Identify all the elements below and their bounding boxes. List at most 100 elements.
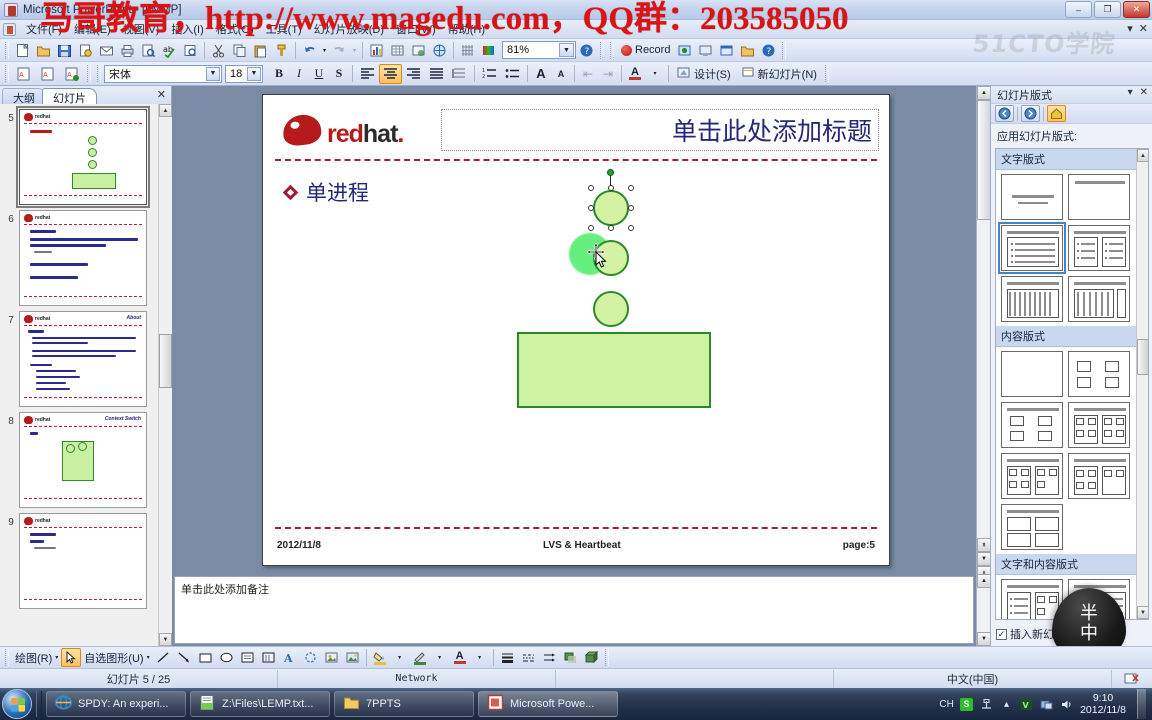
network-icon[interactable]: [980, 698, 993, 711]
handle-nw[interactable]: [588, 185, 594, 191]
status-spellcheck-icon[interactable]: [1112, 670, 1152, 688]
menu-view[interactable]: 视图(V): [117, 19, 166, 39]
underline-button[interactable]: U: [309, 64, 329, 84]
toolbar-grip[interactable]: [600, 41, 604, 59]
save-icon[interactable]: [54, 40, 75, 60]
slide-canvas[interactable]: redhat. 单击此处添加标题 单进程 2012/11/8 LVS & Hea…: [262, 94, 890, 566]
3d-style-icon[interactable]: [581, 648, 602, 667]
font-size-combobox[interactable]: 18 ▼: [225, 64, 263, 83]
slide-scroll-down-icon[interactable]: ▼: [977, 552, 991, 566]
menu-help[interactable]: 帮助(H): [442, 19, 491, 39]
insert-picture-icon[interactable]: [342, 648, 363, 667]
menu-format[interactable]: 格式(O): [210, 19, 260, 39]
insert-chart-icon[interactable]: [366, 40, 387, 60]
toolbar-grip[interactable]: [604, 649, 609, 666]
tab-outline[interactable]: 大纲: [2, 88, 46, 105]
ime-indicator[interactable]: CH: [939, 698, 953, 711]
scrollbar-thumb[interactable]: [159, 334, 172, 388]
paste-icon[interactable]: [250, 40, 271, 60]
task-pane-menu-icon[interactable]: ▾: [1128, 87, 1133, 98]
bulleted-list-button[interactable]: [501, 64, 524, 84]
text-box-icon[interactable]: [237, 648, 258, 667]
record-help-icon[interactable]: ?: [758, 40, 779, 60]
layout-title-only[interactable]: [1068, 174, 1130, 220]
gallery-scrollbar-thumb[interactable]: [1137, 339, 1148, 375]
italic-button[interactable]: I: [289, 64, 309, 84]
list-item[interactable]: 6 redhat: [0, 205, 172, 306]
slide-scrollbar-thumb[interactable]: [977, 100, 991, 220]
line-color-dropdown-icon[interactable]: ▾: [430, 648, 450, 667]
home-icon[interactable]: [1047, 105, 1066, 122]
new-slide-button[interactable]: 新幻灯片(N): [736, 64, 822, 84]
insert-clip-art-icon[interactable]: [321, 648, 342, 667]
line-icon[interactable]: [153, 648, 174, 667]
menu-tools[interactable]: 工具(T): [260, 19, 308, 39]
menu-insert[interactable]: 插入(I): [165, 19, 209, 39]
research-icon[interactable]: [180, 40, 201, 60]
shadow-style-icon[interactable]: [560, 648, 581, 667]
layout-title-slide[interactable]: [1001, 174, 1063, 220]
rectangle-shape[interactable]: [517, 332, 711, 408]
layout-title-and-text[interactable]: [998, 222, 1066, 274]
design-button[interactable]: 设计(S): [672, 64, 736, 84]
expand-all-icon[interactable]: [429, 40, 450, 60]
menu-edit[interactable]: 编辑(E): [68, 19, 117, 39]
share-icon[interactable]: [1040, 698, 1053, 711]
font-color-dropdown-icon[interactable]: ▾: [645, 64, 665, 84]
slide-editor[interactable]: redhat. 单击此处添加标题 单进程 2012/11/8 LVS & Hea…: [172, 86, 991, 580]
cut-icon[interactable]: [208, 40, 229, 60]
record-button[interactable]: Record: [617, 43, 674, 57]
undo-dropdown-icon[interactable]: ▾: [320, 40, 329, 60]
list-item[interactable]: 9 redhat: [0, 508, 172, 609]
status-spelling[interactable]: [556, 669, 834, 688]
decrease-font-size-button[interactable]: A: [551, 64, 571, 84]
format-toolbar-grip[interactable]: [97, 65, 101, 82]
format-painter-icon[interactable]: [271, 40, 292, 60]
previous-slide-icon[interactable]: ⇞: [977, 538, 991, 552]
close-panel-icon[interactable]: ✕: [157, 88, 166, 101]
copy-icon[interactable]: [229, 40, 250, 60]
layout-blank[interactable]: [1001, 351, 1063, 397]
layout-title-text-and-content[interactable]: [1001, 579, 1063, 619]
rectangle-icon[interactable]: [195, 648, 216, 667]
toolbar-grip[interactable]: [5, 65, 9, 82]
menu-window[interactable]: 窗口(W): [390, 19, 442, 39]
draw-menu-button[interactable]: 绘图(R) ▾: [12, 648, 61, 667]
dash-style-icon[interactable]: [518, 648, 539, 667]
taskbar-item-powerpoint[interactable]: Microsoft Powe...: [478, 691, 618, 717]
undo-icon[interactable]: [299, 40, 320, 60]
font-color-draw-dropdown-icon[interactable]: ▾: [470, 648, 490, 667]
permission-icon[interactable]: [75, 40, 96, 60]
menu-file[interactable]: 文件(F): [20, 19, 68, 39]
zoom-combobox[interactable]: 81% ▼: [502, 41, 576, 59]
select-objects-icon[interactable]: [61, 648, 82, 667]
handle-ne[interactable]: [628, 185, 634, 191]
print-icon[interactable]: [117, 40, 138, 60]
doc-restore-button[interactable]: ▾: [1127, 22, 1133, 35]
layout-title-and-table[interactable]: [1001, 276, 1063, 322]
fill-color-icon[interactable]: [370, 648, 390, 667]
increase-font-size-button[interactable]: A: [531, 64, 551, 84]
export-pdf-icon[interactable]: A: [12, 64, 36, 84]
show-desktop-button[interactable]: [1137, 689, 1146, 719]
status-language[interactable]: 中文(中国): [834, 669, 1112, 688]
font-color-draw-icon[interactable]: A: [450, 648, 470, 667]
export-pdf-email-icon[interactable]: A: [36, 64, 60, 84]
handle-w[interactable]: [588, 205, 594, 211]
taskbar-item-folder[interactable]: 7PPTS: [334, 691, 474, 717]
redo-icon[interactable]: [329, 40, 350, 60]
layout-title-and-2-column-text[interactable]: [1068, 225, 1130, 271]
notes-placeholder[interactable]: 单击此处添加备注: [174, 576, 974, 644]
taskbar-item-ie[interactable]: SPDY: An experi...: [46, 691, 186, 717]
align-right-button[interactable]: [402, 64, 425, 84]
thumbnail-scrollbar[interactable]: ▲ ▼: [158, 104, 172, 646]
slide-scrollbar[interactable]: ▲ ⇞ ▼ ⇟: [976, 86, 991, 580]
layout-title-2-content-and-content[interactable]: [1068, 453, 1130, 499]
fill-color-dropdown-icon[interactable]: ▾: [390, 648, 410, 667]
zoom-dropdown-icon[interactable]: ▼: [559, 43, 574, 57]
redo-dropdown-icon[interactable]: ▾: [350, 40, 359, 60]
numbered-list-button[interactable]: 12: [478, 64, 501, 84]
line-color-icon[interactable]: [410, 648, 430, 667]
volume-icon[interactable]: [1060, 698, 1073, 711]
slide-scroll-buttons[interactable]: ⇞ ▼ ⇟: [977, 538, 991, 580]
